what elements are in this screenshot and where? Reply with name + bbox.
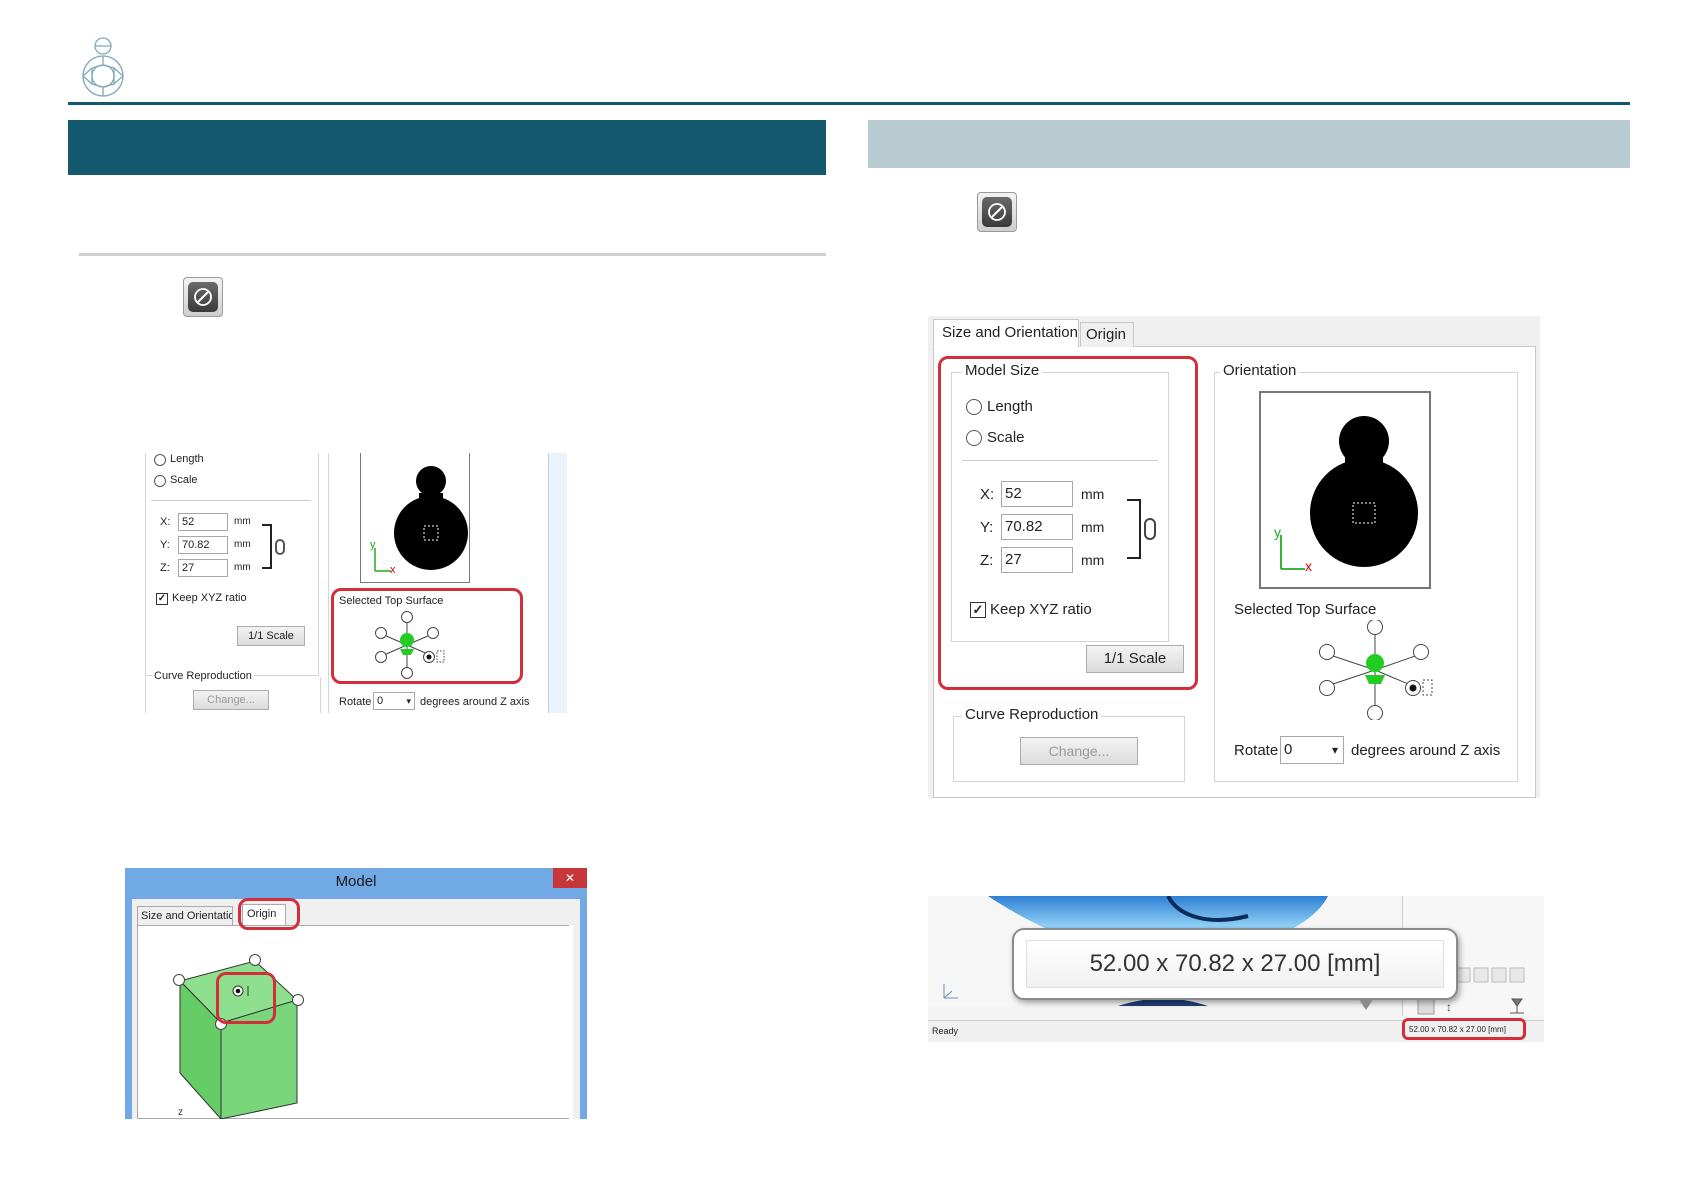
size-orientation-dialog: Size and Orientation Origin Model Size L… <box>928 316 1540 798</box>
modeling-tool-button[interactable] <box>183 277 223 317</box>
orientation-label: Orientation <box>1220 362 1300 379</box>
keep-ratio-label: Keep XYZ ratio <box>172 592 247 604</box>
top-surface-selector[interactable] <box>1315 619 1435 721</box>
model-size-group-edge <box>145 453 146 675</box>
orientation-preview: y x <box>1259 391 1431 589</box>
selected-top-surface-label: Selected Top Surface <box>1234 601 1377 618</box>
size-tooltip: 52.00 x 70.82 x 27.00 [mm] <box>1012 928 1458 1000</box>
chevron-down-icon: ▾ <box>1331 743 1338 757</box>
modeling-tool-button-right[interactable] <box>977 192 1017 232</box>
rotate-select[interactable]: 0 ▾ <box>373 692 415 710</box>
change-button[interactable]: Change... <box>193 690 269 710</box>
status-ready: Ready <box>932 1026 959 1036</box>
tooltip-pointer <box>1358 998 1374 1010</box>
orientation-group-edge <box>328 453 329 713</box>
x-unit: mm <box>234 516 251 527</box>
y-label: Y: <box>160 539 170 551</box>
rotate-value: 0 <box>1284 741 1293 758</box>
svg-text:z: z <box>178 1107 183 1118</box>
tab-size-orientation[interactable]: Size and Orientation <box>137 906 233 925</box>
logo-icon <box>78 36 128 98</box>
tooltip-text: 52.00 x 70.82 x 27.00 [mm] <box>1089 950 1381 977</box>
svg-text:y: y <box>370 539 376 551</box>
status-size-highlight <box>1402 1018 1526 1040</box>
tab-size-orientation[interactable]: Size and Orientation <box>933 319 1079 347</box>
keep-ratio-checkbox[interactable]: ✓ <box>156 593 168 605</box>
rotate-select[interactable]: 0 ▾ <box>1280 736 1344 764</box>
svg-text:y: y <box>1274 524 1281 540</box>
scale-radio[interactable] <box>154 475 166 487</box>
scale-1-1-button[interactable]: 1/1 Scale <box>237 626 305 646</box>
dialog-title: Model <box>335 873 377 890</box>
model-size-group-edge-right <box>318 453 319 675</box>
rotate-suffix: degrees around Z axis <box>420 696 530 708</box>
status-bar-crop: ↕ 52.00 x 70.82 x 27.00 [mm] Ready 52.00… <box>928 896 1544 1042</box>
orientation-preview: y x <box>360 453 470 583</box>
model-origin-dialog-crop: Model ✕ Size and Orientation Origin z <box>125 868 587 1119</box>
chevron-down-icon: ▾ <box>406 696 411 706</box>
x-field[interactable]: 52 <box>178 513 228 531</box>
link-bracket <box>262 524 272 569</box>
change-button[interactable]: Change... <box>1020 737 1138 765</box>
compass-pen-icon <box>188 282 218 312</box>
compass-pen-icon <box>982 197 1012 227</box>
z-field[interactable]: 27 <box>178 559 228 577</box>
curve-reproduction-label: Curve Reproduction <box>962 706 1102 723</box>
dialog-right-border <box>569 925 573 1119</box>
rotate-label: Rotate <box>339 696 372 708</box>
origin-tab-highlight <box>238 898 300 930</box>
model-size-highlight <box>938 356 1198 690</box>
svg-text:x: x <box>390 564 396 576</box>
length-radio[interactable] <box>154 454 166 466</box>
selected-top-surface-highlight <box>331 588 523 684</box>
left-section-banner <box>68 120 826 175</box>
scale-label: Scale <box>170 474 198 486</box>
z-unit: mm <box>234 562 251 573</box>
scrollbar-edge[interactable] <box>548 453 567 713</box>
close-button[interactable]: ✕ <box>553 868 587 888</box>
svg-text:↕: ↕ <box>1446 1000 1452 1014</box>
rotate-label: Rotate <box>1234 742 1279 759</box>
x-label: X: <box>160 516 171 528</box>
y-field[interactable]: 70.82 <box>178 536 228 554</box>
origin-point-highlight <box>216 972 276 1024</box>
right-section-banner <box>868 120 1630 168</box>
svg-text:x: x <box>1305 558 1312 574</box>
close-icon: ✕ <box>564 871 576 885</box>
chain-link-icon[interactable] <box>275 539 285 555</box>
length-label: Length <box>170 453 204 465</box>
z-label: Z: <box>160 562 170 574</box>
y-unit: mm <box>234 539 251 550</box>
model-size-dialog-crop: Length Scale X: 52 mm Y: 70.82 mm Z: 27 … <box>127 453 567 713</box>
rotate-suffix: degrees around Z axis <box>1351 742 1501 759</box>
axis-icon <box>938 978 968 1002</box>
tab-origin[interactable]: Origin <box>1080 322 1134 347</box>
separator <box>151 500 311 501</box>
header-rule <box>68 102 1630 105</box>
left-divider <box>79 253 826 256</box>
rotate-value: 0 <box>377 695 384 707</box>
